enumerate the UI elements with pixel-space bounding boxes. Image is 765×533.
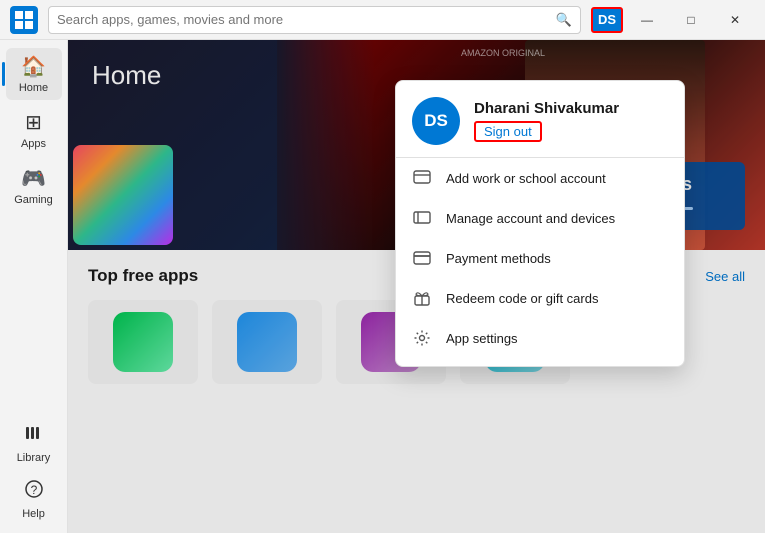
sidebar-label-home: Home — [19, 82, 48, 94]
search-icon: 🔍 — [556, 12, 572, 28]
gaming-icon: 🎮 — [21, 166, 46, 191]
window-chrome: 🔍 DS — □ ✕ — [0, 0, 765, 40]
user-name: Dharani Shivakumar — [474, 100, 619, 117]
maximize-button[interactable]: □ — [671, 6, 711, 34]
add-account-icon — [412, 168, 432, 188]
main-layout: 🏠 Home ⊞ Apps 🎮 Gaming Library — [0, 40, 765, 533]
app-logo — [10, 6, 38, 34]
sidebar-item-help[interactable]: ? Help — [6, 473, 62, 525]
sidebar-label-library: Library — [17, 452, 51, 464]
sidebar-label-gaming: Gaming — [14, 194, 53, 206]
menu-item-add-account[interactable]: Add work or school account — [396, 158, 684, 198]
help-icon: ? — [24, 479, 44, 505]
sidebar-item-apps[interactable]: ⊞ Apps — [6, 104, 62, 156]
manage-account-icon — [412, 208, 432, 228]
sidebar-item-home[interactable]: 🏠 Home — [6, 48, 62, 100]
search-bar[interactable]: 🔍 — [48, 6, 581, 34]
menu-label-settings: App settings — [446, 331, 518, 346]
home-icon: 🏠 — [21, 54, 46, 79]
sidebar-label-help: Help — [22, 508, 45, 520]
settings-icon — [412, 328, 432, 348]
content-area: Home AMAZON ORIGINAL TOMORROW WAR OUT RE… — [68, 40, 765, 533]
sidebar-item-library[interactable]: Library — [6, 417, 62, 469]
svg-text:?: ? — [30, 483, 37, 497]
menu-label-redeem: Redeem code or gift cards — [446, 291, 598, 306]
sidebar-label-apps: Apps — [21, 138, 46, 150]
sidebar-item-gaming[interactable]: 🎮 Gaming — [6, 160, 62, 212]
redeem-icon — [412, 288, 432, 308]
dropdown-overlay[interactable]: DS Dharani Shivakumar Sign out Add wor — [68, 40, 765, 533]
dropdown-menu: DS Dharani Shivakumar Sign out Add wor — [395, 80, 685, 367]
user-info: Dharani Shivakumar Sign out — [474, 100, 619, 142]
user-header: DS Dharani Shivakumar Sign out — [396, 97, 684, 158]
user-account-button[interactable]: DS — [591, 7, 623, 33]
close-button[interactable]: ✕ — [715, 6, 755, 34]
library-icon — [24, 423, 44, 449]
menu-item-manage-account[interactable]: Manage account and devices — [396, 198, 684, 238]
payment-icon — [412, 248, 432, 268]
sidebar: 🏠 Home ⊞ Apps 🎮 Gaming Library — [0, 40, 68, 533]
menu-label-manage-account: Manage account and devices — [446, 211, 615, 226]
menu-label-payment: Payment methods — [446, 251, 551, 266]
apps-icon: ⊞ — [25, 110, 42, 135]
sign-out-button[interactable]: Sign out — [474, 121, 542, 142]
menu-item-payment[interactable]: Payment methods — [396, 238, 684, 278]
menu-item-redeem[interactable]: Redeem code or gift cards — [396, 278, 684, 318]
menu-item-settings[interactable]: App settings — [396, 318, 684, 358]
menu-label-add-account: Add work or school account — [446, 171, 606, 186]
window-controls: DS — □ ✕ — [591, 6, 755, 34]
avatar: DS — [412, 97, 460, 145]
search-input[interactable] — [57, 12, 550, 27]
minimize-button[interactable]: — — [627, 6, 667, 34]
